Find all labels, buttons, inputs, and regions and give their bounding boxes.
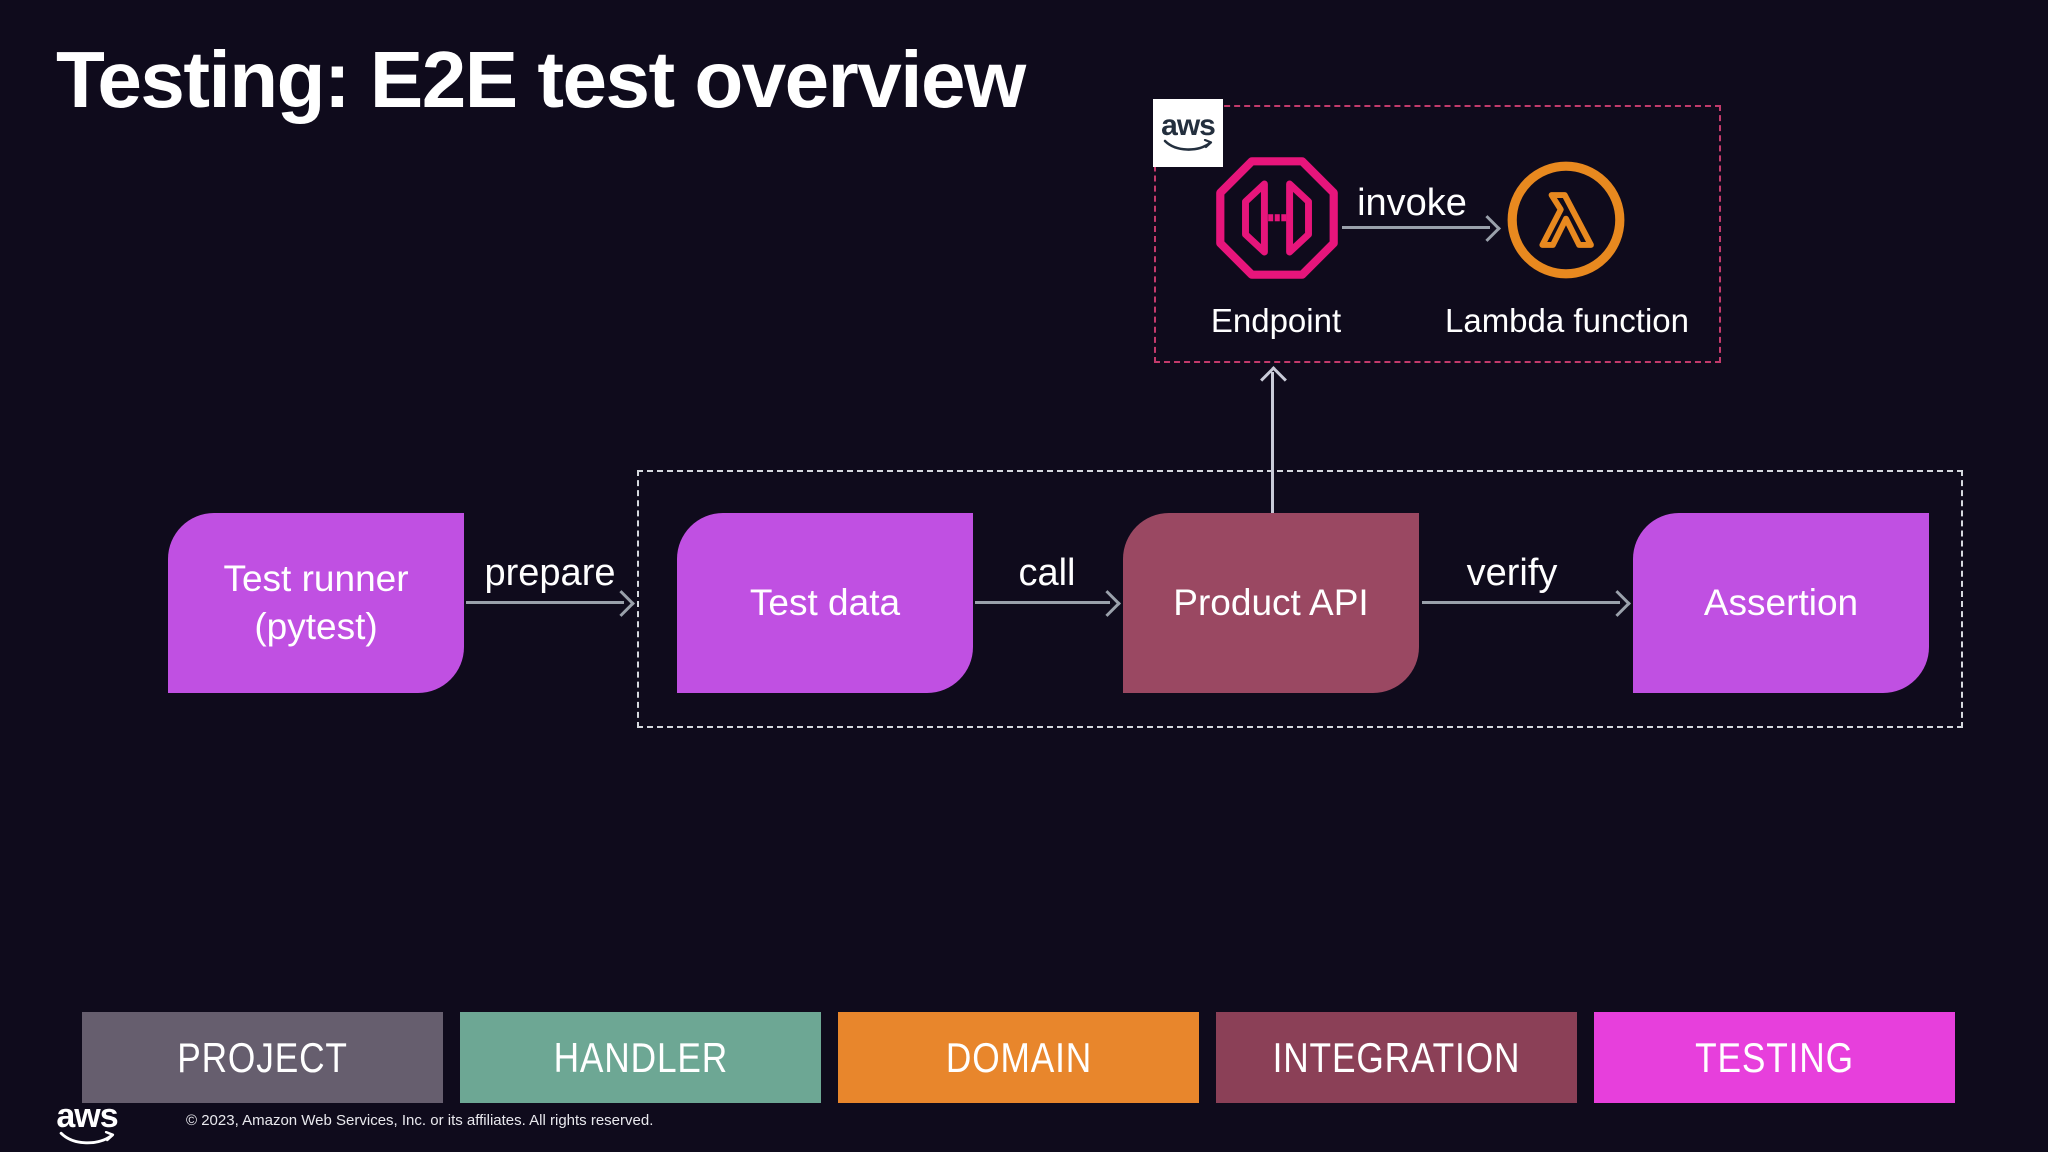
aws-footer-logo-text: aws <box>56 1097 118 1135</box>
tab-handler-label: HANDLER <box>553 1033 728 1081</box>
aws-footer-logo: aws <box>52 1097 122 1149</box>
product-api-box: Product API <box>1123 513 1419 693</box>
lambda-function-icon <box>1503 157 1629 283</box>
endpoint-icon <box>1214 155 1340 281</box>
prepare-arrow-label: prepare <box>484 552 616 594</box>
slide: Testing: E2E test overview aws invoke En… <box>0 0 2048 1152</box>
test-runner-label-line1: Test runner <box>223 557 409 599</box>
page-title: Testing: E2E test overview <box>56 35 1026 124</box>
aws-smile-icon <box>1163 138 1213 151</box>
endpoint-label: Endpoint <box>1210 302 1342 339</box>
aws-footer-smile-icon <box>59 1130 115 1145</box>
tab-project[interactable]: PROJECT <box>82 1012 443 1103</box>
aws-logo-badge: aws <box>1153 99 1223 167</box>
aws-logo-text: aws <box>1161 108 1216 142</box>
assertion-label: Assertion <box>1703 581 1859 623</box>
copyright-text: © 2023, Amazon Web Services, Inc. or its… <box>186 1112 654 1129</box>
test-data-box: Test data <box>677 513 973 693</box>
tab-testing-label: TESTING <box>1695 1033 1854 1081</box>
invoke-arrow-label: invoke <box>1357 182 1467 224</box>
tab-project-label: PROJECT <box>177 1033 348 1081</box>
call-arrow-label: call <box>1018 552 1076 594</box>
tab-integration-label: INTEGRATION <box>1272 1033 1521 1081</box>
tab-handler[interactable]: HANDLER <box>460 1012 821 1103</box>
tab-domain-label: DOMAIN <box>945 1033 1092 1081</box>
verify-arrow-label: verify <box>1466 552 1558 594</box>
test-runner-box: Test runner (pytest) <box>168 513 464 693</box>
test-data-label: Test data <box>749 581 901 623</box>
tab-domain[interactable]: DOMAIN <box>838 1012 1199 1103</box>
tab-integration[interactable]: INTEGRATION <box>1216 1012 1577 1103</box>
product-api-label: Product API <box>1173 581 1369 623</box>
assertion-box: Assertion <box>1633 513 1929 693</box>
tab-testing[interactable]: TESTING <box>1594 1012 1955 1103</box>
test-runner-label-line2: (pytest) <box>254 606 378 647</box>
lambda-function-label: Lambda function <box>1444 302 1689 339</box>
